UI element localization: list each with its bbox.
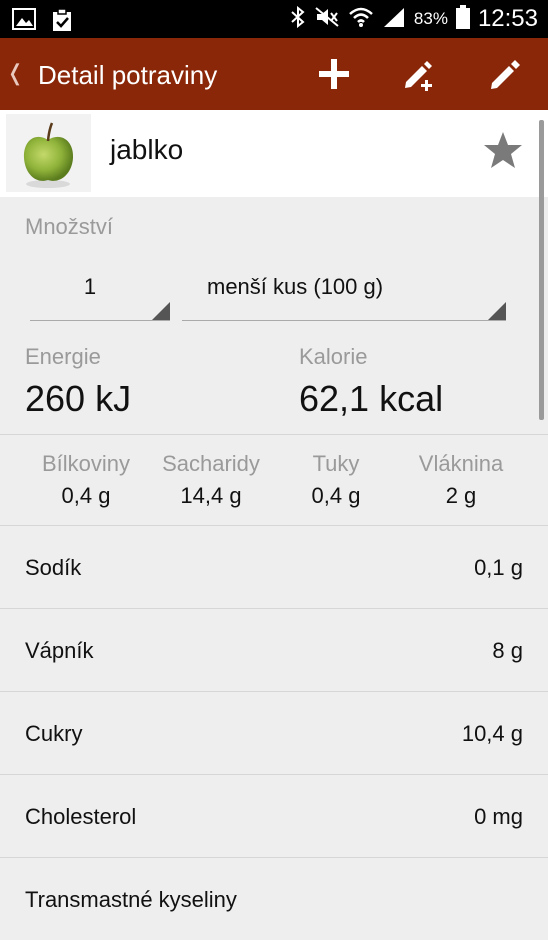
add-button[interactable] xyxy=(314,54,354,94)
battery-percent: 83% xyxy=(413,9,448,28)
nutrient-value: 0,1 g xyxy=(474,555,523,580)
app-bar: ❬ Detail potraviny xyxy=(0,38,548,110)
energy-value: 260 kJ xyxy=(25,378,132,419)
calories-label: Kalorie xyxy=(299,344,368,369)
pencil-icon xyxy=(491,60,520,89)
quantity-label: Množství xyxy=(25,214,114,239)
nutrient-row: Vápník 8 g xyxy=(0,609,548,691)
edit-button[interactable] xyxy=(486,54,526,94)
unit-spinner[interactable]: menší kus (100 g) xyxy=(182,270,506,321)
nutrient-label: Cholesterol xyxy=(25,804,137,829)
macro-fiber: Vláknina 2 g xyxy=(396,451,526,509)
page-title: Detail potraviny xyxy=(38,60,218,90)
macro-label: Bílkoviny xyxy=(41,451,131,476)
quantity-spinner[interactable]: 1 xyxy=(30,270,170,321)
dropdown-arrow-icon xyxy=(152,302,170,320)
nutrient-value: 10,4 g xyxy=(461,721,523,746)
nutrient-row: Sodík 0,1 g xyxy=(0,526,548,608)
nutrient-row: Cukry 10,4 g xyxy=(0,692,548,774)
nutrient-value: 0 mg xyxy=(474,804,523,829)
macro-fat: Tuky 0,4 g xyxy=(271,451,401,509)
status-bar: 83% 12:53 xyxy=(0,0,548,38)
mute-icon xyxy=(314,6,340,33)
food-header: jablko xyxy=(0,110,548,197)
gallery-icon xyxy=(12,8,36,37)
wifi-icon xyxy=(348,6,374,33)
divider xyxy=(0,434,548,435)
nutrient-row: Cholesterol 0 mg xyxy=(0,775,548,857)
plus-icon xyxy=(319,59,349,89)
edit-add-button[interactable] xyxy=(400,54,440,94)
macro-value: 0,4 g xyxy=(61,483,111,508)
macro-carbs: Sacharidy 14,4 g xyxy=(146,451,276,509)
nutrient-row: Transmastné kyseliny xyxy=(0,858,548,940)
back-chevron-icon[interactable]: ❬ xyxy=(6,60,24,86)
battery-icon xyxy=(455,4,470,34)
nutrient-label: Vápník xyxy=(25,638,94,663)
dropdown-arrow-icon xyxy=(488,302,506,320)
nutrient-label: Sodík xyxy=(25,555,82,580)
food-name: jablko xyxy=(110,134,184,165)
nutrient-label: Transmastné kyseliny xyxy=(25,887,237,912)
nutrient-label: Cukry xyxy=(25,721,83,746)
quantity-value: 1 xyxy=(83,274,97,299)
macro-value: 2 g xyxy=(445,483,477,508)
macro-label: Sacharidy xyxy=(162,451,260,476)
energy-label: Energie xyxy=(25,344,101,369)
scrollbar[interactable] xyxy=(539,120,544,420)
bluetooth-icon xyxy=(290,5,306,33)
macro-value: 14,4 g xyxy=(180,483,242,508)
favorite-star-icon[interactable] xyxy=(482,130,524,175)
pencil-plus-icon xyxy=(405,61,432,91)
clipboard-check-icon xyxy=(50,8,74,37)
macro-label: Vláknina xyxy=(418,451,504,476)
macro-value: 0,4 g xyxy=(311,483,361,508)
nutrient-value: 8 g xyxy=(492,638,523,663)
apple-image xyxy=(6,114,91,192)
signal-icon xyxy=(382,6,406,33)
macro-label: Tuky xyxy=(312,451,360,476)
calories-value: 62,1 kcal xyxy=(299,378,444,419)
clock: 12:53 xyxy=(477,5,538,32)
macro-protein: Bílkoviny 0,4 g xyxy=(21,451,151,509)
unit-value: menší kus (100 g) xyxy=(207,274,384,299)
